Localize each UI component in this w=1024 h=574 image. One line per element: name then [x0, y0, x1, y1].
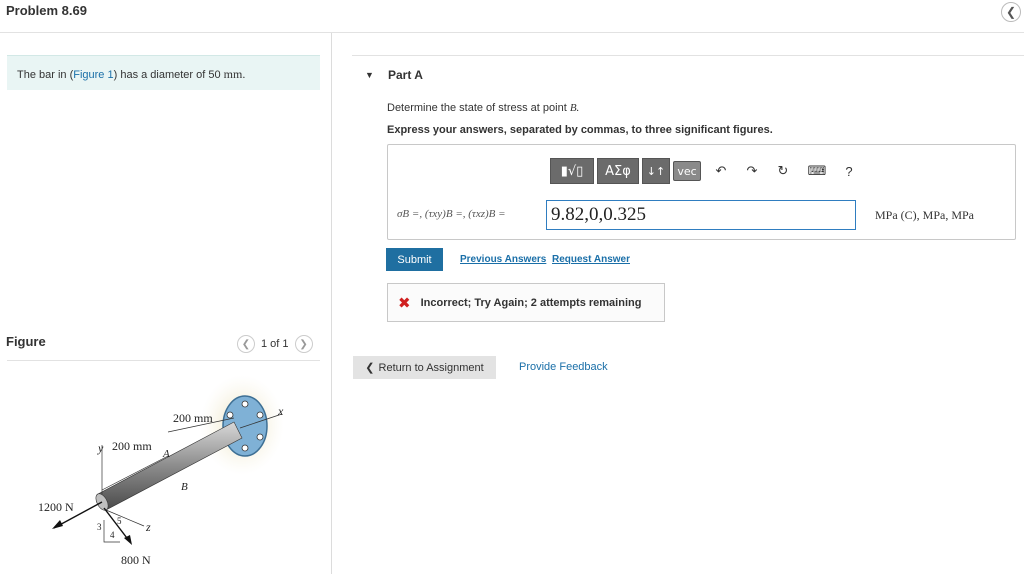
answer-units: MPa (C), MPa, MPa — [875, 208, 975, 222]
flange-bolt — [256, 433, 264, 441]
feedback-text: Incorrect; Try Again; 2 attempts remaini… — [420, 296, 642, 309]
figure-link[interactable]: Figure 1 — [73, 69, 113, 81]
x-axis-label: x — [277, 404, 284, 418]
x-icon: ✖ — [398, 293, 411, 312]
part-collapse-toggle[interactable]: ▼ — [365, 70, 374, 80]
answer-panel: ▮√▯ ΑΣφ ↓↑ vec ↶ ↷ ↻ ⌨ ? σB =, (τxy)B =,… — [387, 144, 1016, 240]
slope-5-label: 5 — [117, 516, 122, 526]
undo-icon[interactable]: ↶ — [710, 158, 732, 184]
flange-bolt — [241, 444, 249, 452]
point-b-label: B — [181, 481, 188, 493]
force-1200-arrowhead — [52, 520, 63, 529]
greek-symbols-button[interactable]: ΑΣφ — [597, 158, 639, 184]
z-axis-label: z — [145, 520, 151, 534]
question-point: B. — [569, 102, 580, 114]
problem-title: Problem 8.69 — [6, 3, 87, 18]
chevron-right-icon: ❯ — [299, 338, 308, 350]
submit-button[interactable]: Submit — [386, 248, 443, 271]
intro-suffix: ) has a diameter of 50 — [113, 69, 224, 81]
dim-label-top: 200 mm — [173, 411, 213, 425]
return-label: Return to Assignment — [378, 361, 484, 374]
triangle-down-icon: ▼ — [365, 70, 374, 80]
figure-divider — [7, 360, 320, 361]
intro-unit: mm. — [223, 67, 246, 81]
bar-figure: x 200 mm 200 mm y A B 1200 N z 3 4 5 800… — [38, 375, 284, 567]
math-toolbar: ▮√▯ ΑΣφ ↓↑ vec ↶ ↷ ↻ ⌨ ? — [550, 158, 860, 184]
dim-label-left: 200 mm — [112, 439, 152, 453]
redo-icon[interactable]: ↷ — [741, 158, 763, 184]
reset-icon[interactable]: ↻ — [772, 158, 794, 184]
provide-feedback-link[interactable]: Provide Feedback — [519, 361, 608, 373]
chevron-left-icon: ❮ — [241, 338, 251, 350]
header-divider — [0, 32, 1024, 33]
intro-prefix: The bar in ( — [17, 69, 74, 81]
question-text: Determine the state of stress at point B… — [387, 102, 579, 114]
figure-page-count: 1 of 1 — [261, 338, 289, 350]
flange-bolt — [256, 411, 264, 419]
keyboard-icon[interactable]: ⌨ — [806, 158, 828, 184]
point-a-label: A — [162, 448, 170, 460]
part-divider — [352, 55, 1024, 56]
slope-3-label: 3 — [97, 522, 102, 532]
return-to-assignment-button[interactable]: ❮ Return to Assignment — [353, 356, 496, 379]
help-button[interactable]: ? — [838, 158, 860, 184]
flange-bolt — [226, 411, 234, 419]
previous-answers-link[interactable]: Previous Answers — [460, 254, 546, 265]
chevron-left-icon: ❮ — [1005, 5, 1017, 19]
column-divider — [331, 33, 332, 574]
figure-heading: Figure — [6, 334, 46, 349]
part-title: Part A — [388, 68, 423, 82]
vector-button[interactable]: vec — [673, 161, 701, 181]
problem-intro: The bar in (Figure 1) has a diameter of … — [7, 55, 320, 90]
answer-input[interactable] — [546, 200, 856, 230]
template-button[interactable]: ▮√▯ — [550, 158, 594, 184]
arrows-button[interactable]: ↓↑ — [642, 158, 670, 184]
slope-4-label: 4 — [110, 530, 115, 540]
question-prefix: Determine the state of stress at point — [387, 102, 570, 114]
feedback-message: ✖ Incorrect; Try Again; 2 attempts remai… — [387, 283, 665, 322]
figure-next-button[interactable]: ❯ — [294, 335, 313, 353]
answer-instruction: Express your answers, separated by comma… — [387, 124, 773, 136]
y-axis-label: y — [97, 441, 104, 455]
figure-pager: ❮ 1 of 1 ❯ — [237, 335, 313, 353]
force-1200-label: 1200 N — [38, 500, 74, 514]
flange-bolt — [241, 400, 249, 408]
collapse-button[interactable]: ❮ — [1001, 2, 1021, 22]
answer-formula-label: σB =, (τxy)B =, (τxz)B = — [397, 208, 506, 220]
force-800-label: 800 N — [121, 553, 151, 567]
chevron-left-icon: ❮ — [365, 362, 375, 374]
request-answer-link[interactable]: Request Answer — [552, 254, 630, 265]
figure-prev-button[interactable]: ❮ — [237, 335, 255, 353]
